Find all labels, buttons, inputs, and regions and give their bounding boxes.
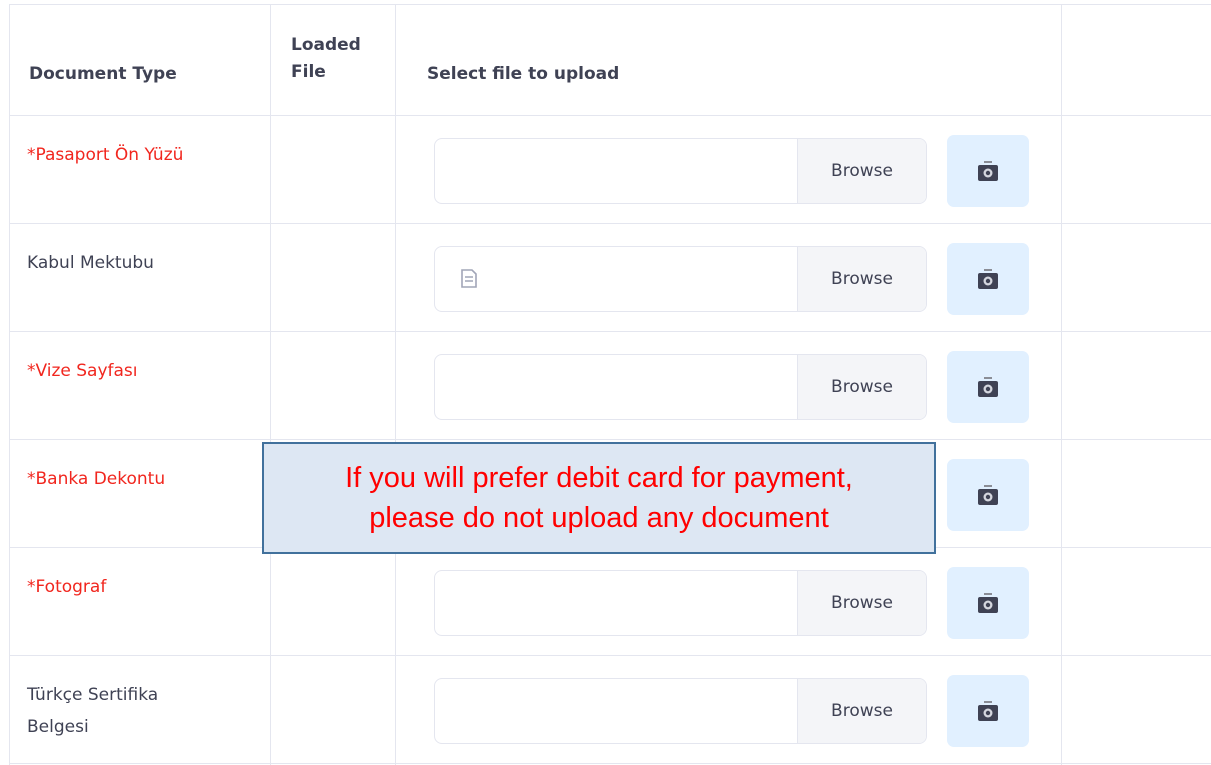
browse-button[interactable]: Browse xyxy=(797,247,926,311)
document-label-line2: Belgesi xyxy=(27,717,89,737)
document-label: *Pasaport Ön Yüzü xyxy=(27,145,184,165)
file-input-group[interactable]: Browse xyxy=(434,246,927,312)
table-row: *Vize Sayfası Browse xyxy=(9,331,1211,439)
file-input-group[interactable]: Browse xyxy=(434,138,927,204)
camera-icon xyxy=(978,701,998,721)
header-document-type: Document Type xyxy=(29,64,177,84)
browse-button[interactable]: Browse xyxy=(797,139,926,203)
file-input[interactable] xyxy=(435,247,798,311)
table-header: Document Type Loaded File Select file to… xyxy=(9,4,1211,115)
camera-icon xyxy=(978,377,998,397)
camera-icon xyxy=(978,269,998,289)
document-label: Kabul Mektubu xyxy=(27,253,154,273)
browse-button[interactable]: Browse xyxy=(797,571,926,635)
table-row: Kabul Mektubu Browse xyxy=(9,223,1211,331)
camera-button[interactable] xyxy=(947,243,1029,315)
camera-button[interactable] xyxy=(947,675,1029,747)
file-input-group[interactable]: Browse xyxy=(434,354,927,420)
payment-notice-callout: If you will prefer debit card for paymen… xyxy=(262,442,936,554)
camera-icon xyxy=(978,593,998,613)
camera-button[interactable] xyxy=(947,459,1029,531)
document-upload-table: Document Type Loaded File Select file to… xyxy=(9,0,1211,765)
header-loaded-file: Loaded File xyxy=(291,32,361,86)
file-input[interactable] xyxy=(435,571,798,635)
document-label: *Vize Sayfası xyxy=(27,361,138,381)
document-label: *Fotograf xyxy=(27,577,107,597)
row-divider xyxy=(9,763,1211,764)
file-input[interactable] xyxy=(435,679,798,743)
header-loaded-file-line1: Loaded xyxy=(291,35,361,55)
camera-icon xyxy=(978,485,998,505)
camera-icon xyxy=(978,161,998,181)
notice-line1: If you will prefer debit card for paymen… xyxy=(345,462,853,494)
notice-line2: please do not upload any document xyxy=(369,502,829,534)
header-select-file: Select file to upload xyxy=(427,64,620,84)
browse-button[interactable]: Browse xyxy=(797,679,926,743)
table-row: *Fotograf Browse xyxy=(9,547,1211,655)
browse-button[interactable]: Browse xyxy=(797,355,926,419)
file-icon xyxy=(461,269,477,288)
file-input[interactable] xyxy=(435,139,798,203)
header-loaded-file-line2: File xyxy=(291,62,326,82)
document-label-line1: Türkçe Sertifika xyxy=(27,685,159,705)
document-label: *Banka Dekontu xyxy=(27,469,166,489)
camera-button[interactable] xyxy=(947,135,1029,207)
camera-button[interactable] xyxy=(947,351,1029,423)
document-label: Türkçe Sertifika Belgesi xyxy=(27,679,158,743)
table-row: *Pasaport Ön Yüzü Browse xyxy=(9,115,1211,223)
camera-button[interactable] xyxy=(947,567,1029,639)
file-input[interactable] xyxy=(435,355,798,419)
file-input-group[interactable]: Browse xyxy=(434,570,927,636)
table-row: Türkçe Sertifika Belgesi Browse xyxy=(9,655,1211,763)
file-input-group[interactable]: Browse xyxy=(434,678,927,744)
